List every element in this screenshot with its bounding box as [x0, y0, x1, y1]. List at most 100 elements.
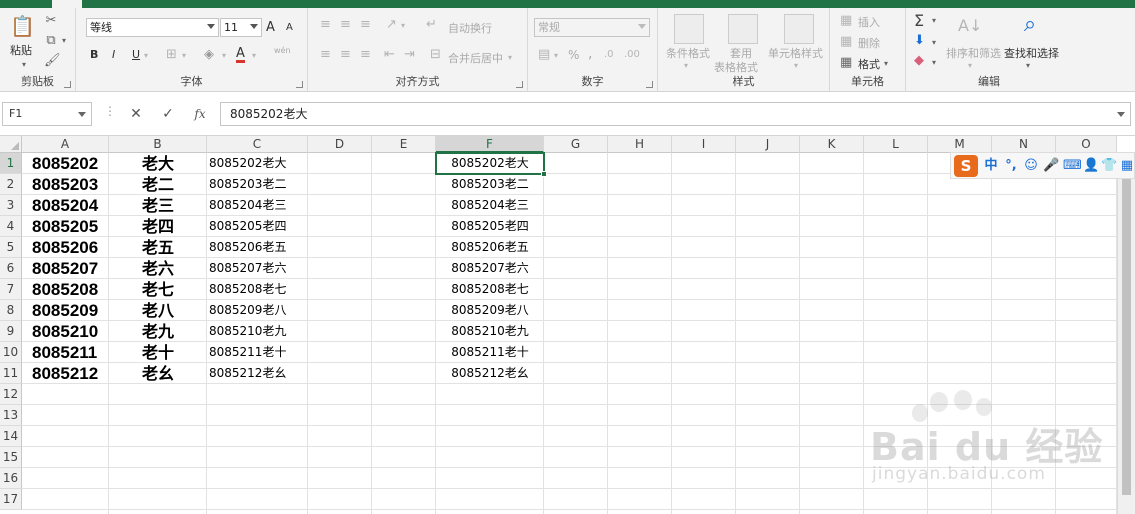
- insert-button[interactable]: 插入: [858, 14, 880, 30]
- cell-f3[interactable]: 8085204老三: [436, 195, 544, 216]
- fill-color-icon[interactable]: ◈: [204, 48, 214, 62]
- more-icon[interactable]: ⋮: [104, 104, 116, 118]
- column-header-o[interactable]: O: [1056, 136, 1117, 153]
- skin-icon[interactable]: 👕: [1101, 157, 1117, 175]
- clear-dropdown-icon[interactable]: ▾: [932, 56, 936, 70]
- row-header-8[interactable]: 8: [0, 300, 22, 321]
- orientation-dropdown-icon[interactable]: ▾: [401, 19, 405, 33]
- font-color-dropdown-icon[interactable]: ▾: [252, 49, 256, 63]
- expand-formula-icon[interactable]: [1117, 112, 1125, 117]
- decrease-decimal-icon[interactable]: .00: [624, 48, 640, 62]
- row-header-14[interactable]: 14: [0, 426, 22, 447]
- row-header-15[interactable]: 15: [0, 447, 22, 468]
- font-name-select[interactable]: 等线: [86, 18, 219, 37]
- cell-c1[interactable]: 8085202老大: [207, 153, 308, 174]
- cell-b7[interactable]: 老七: [109, 279, 207, 300]
- increase-indent-icon[interactable]: ⇥: [404, 48, 415, 62]
- cell-a2[interactable]: 8085203: [22, 174, 109, 195]
- paste-label[interactable]: 粘贴: [10, 42, 32, 58]
- format-as-table-icon[interactable]: [728, 14, 758, 44]
- format-cells-button[interactable]: 格式: [858, 56, 880, 72]
- emoji-icon[interactable]: ☺: [1023, 157, 1039, 175]
- border-dropdown-icon[interactable]: ▾: [182, 49, 186, 63]
- cell-c5[interactable]: 8085206老五: [207, 237, 308, 258]
- delete-button[interactable]: 删除: [858, 35, 880, 51]
- cell-c7[interactable]: 8085208老七: [207, 279, 308, 300]
- cell-f10[interactable]: 8085211老十: [436, 342, 544, 363]
- row-header-11[interactable]: 11: [0, 363, 22, 384]
- cell-c10[interactable]: 8085211老十: [207, 342, 308, 363]
- align-center-icon[interactable]: ≡: [340, 48, 351, 62]
- cell-a10[interactable]: 8085211: [22, 342, 109, 363]
- clipboard-launcher-icon[interactable]: [64, 81, 71, 88]
- cell-a3[interactable]: 8085204: [22, 195, 109, 216]
- column-header-m[interactable]: M: [928, 136, 992, 153]
- row-header-2[interactable]: 2: [0, 174, 22, 195]
- cancel-icon[interactable]: ✕: [122, 102, 150, 126]
- cell-a5[interactable]: 8085206: [22, 237, 109, 258]
- orientation-icon[interactable]: ↗: [386, 18, 397, 32]
- increase-decimal-icon[interactable]: .0: [604, 48, 614, 62]
- cell-f2[interactable]: 8085203老二: [436, 174, 544, 195]
- cell-a6[interactable]: 8085207: [22, 258, 109, 279]
- fill-dropdown-icon[interactable]: ▾: [932, 36, 936, 50]
- column-header-f[interactable]: F: [436, 136, 544, 153]
- format-cells-icon[interactable]: ▦: [840, 56, 852, 70]
- cell-a4[interactable]: 8085205: [22, 216, 109, 237]
- cell-a11[interactable]: 8085212: [22, 363, 109, 384]
- fill-dropdown-icon[interactable]: ▾: [222, 49, 226, 63]
- cell-b3[interactable]: 老三: [109, 195, 207, 216]
- column-header-b[interactable]: B: [109, 136, 207, 153]
- merge-center-icon[interactable]: ⊟: [430, 48, 441, 62]
- row-header-16[interactable]: 16: [0, 468, 22, 489]
- scrollbar-thumb[interactable]: [1122, 155, 1131, 495]
- column-header-g[interactable]: G: [544, 136, 608, 153]
- row-header-10[interactable]: 10: [0, 342, 22, 363]
- cell-c11[interactable]: 8085212老幺: [207, 363, 308, 384]
- toolbox-icon[interactable]: ▦: [1119, 157, 1135, 175]
- cell-a7[interactable]: 8085208: [22, 279, 109, 300]
- underline-button[interactable]: U: [132, 48, 140, 61]
- cell-f5[interactable]: 8085206老五: [436, 237, 544, 258]
- sort-filter-icon[interactable]: A↓: [958, 16, 982, 36]
- ime-toolbar[interactable]: S 中 °, ☺ 🎤 ⌨ 👤 👕 ▦: [950, 152, 1135, 179]
- find-select-button[interactable]: 查找和选择: [1004, 45, 1059, 61]
- row-header-17[interactable]: 17: [0, 489, 22, 510]
- vertical-scrollbar[interactable]: [1117, 153, 1135, 514]
- row-header-5[interactable]: 5: [0, 237, 22, 258]
- align-right-icon[interactable]: ≡: [360, 48, 371, 62]
- voice-icon[interactable]: 🎤: [1043, 157, 1059, 175]
- comma-button[interactable]: ,: [588, 46, 592, 62]
- name-box[interactable]: F1: [2, 102, 92, 126]
- column-header-i[interactable]: I: [672, 136, 736, 153]
- paste-icon[interactable]: 📋: [10, 14, 35, 38]
- autosum-dropdown-icon[interactable]: ▾: [932, 14, 936, 28]
- sogou-logo-icon[interactable]: S: [954, 155, 978, 177]
- delete-icon[interactable]: ▦: [840, 35, 852, 49]
- search-icon[interactable]: ⌕: [1018, 12, 1042, 38]
- cell-c9[interactable]: 8085210老九: [207, 321, 308, 342]
- cell-b1[interactable]: 老大: [109, 153, 207, 174]
- formula-input[interactable]: 8085202老大: [220, 102, 1131, 126]
- enter-icon[interactable]: ✓: [154, 102, 182, 126]
- cell-b5[interactable]: 老五: [109, 237, 207, 258]
- currency-dropdown-icon[interactable]: ▾: [554, 49, 558, 63]
- select-all-button[interactable]: [0, 136, 22, 153]
- number-launcher-icon[interactable]: [646, 81, 653, 88]
- conditional-format-icon[interactable]: [674, 14, 704, 44]
- column-header-j[interactable]: J: [736, 136, 800, 153]
- align-top-icon[interactable]: ≡: [320, 18, 331, 32]
- row-header-4[interactable]: 4: [0, 216, 22, 237]
- cell-styles-icon[interactable]: [784, 14, 814, 44]
- decrease-indent-icon[interactable]: ⇤: [384, 48, 395, 62]
- conditional-dropdown-icon[interactable]: ▾: [684, 59, 688, 73]
- shrink-font-icon[interactable]: A: [286, 22, 293, 33]
- wrap-text-button[interactable]: 自动换行: [448, 20, 492, 36]
- cut-icon[interactable]: ✂: [44, 14, 58, 28]
- clear-icon[interactable]: ◆: [914, 54, 924, 68]
- column-header-a[interactable]: A: [22, 136, 109, 153]
- merge-center-button[interactable]: 合并后居中: [448, 50, 503, 66]
- phonetic-button[interactable]: wén: [274, 46, 291, 55]
- row-header-6[interactable]: 6: [0, 258, 22, 279]
- cell-c6[interactable]: 8085207老六: [207, 258, 308, 279]
